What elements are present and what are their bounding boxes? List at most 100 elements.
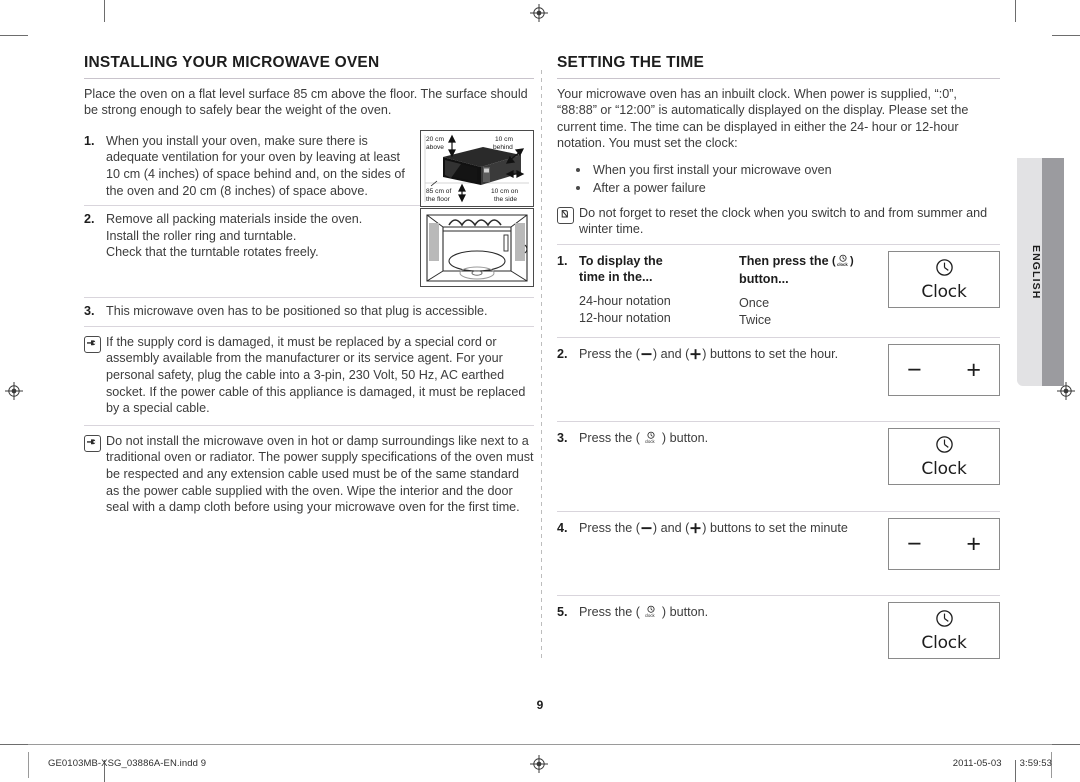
registration-target-icon [5, 382, 23, 400]
minus-key-glyph-icon [640, 522, 653, 539]
step-number: 5. [557, 605, 568, 620]
crop-mark-top-right-horizontal [1052, 35, 1080, 36]
crop-mark-top-left-vertical [104, 0, 105, 22]
crop-mark-bottom-left-horizontal [0, 744, 28, 745]
minus-plus-button[interactable]: − + [888, 344, 1000, 397]
pointing-hand-icon [84, 433, 106, 516]
step-text-part-3: ) buttons to set the hour. [702, 347, 839, 362]
clock-button[interactable]: Clock [888, 250, 1000, 308]
note-text: If the supply cord is damaged, it must b… [106, 334, 526, 416]
list-item: When you first install your microwave ov… [557, 161, 1000, 179]
left-column: INSTALLING YOUR MICROWAVE OVEN Place the… [84, 54, 534, 524]
crop-mark-bottom-right-horizontal [1052, 744, 1080, 745]
step-number: 3. [84, 304, 95, 319]
oven-clearance-diagram: 20 cm above 10 cm behind 85 cm of the fl… [420, 129, 534, 207]
time-step-4: 4. Press the () and () buttons to set th… [557, 512, 1000, 595]
svg-text:clock: clock [645, 439, 655, 444]
table-header-line-2: time in the... [579, 270, 653, 285]
note-pen-icon [557, 205, 579, 238]
step-text: This microwave oven has to be positioned… [106, 304, 488, 319]
setting-time-intro-text: Your microwave oven has an inbuilt clock… [557, 87, 969, 151]
footer-date: 2011-05-03 [952, 758, 1002, 769]
step-text-part-1: Press the ( [579, 347, 640, 362]
plus-symbol[interactable]: + [966, 357, 981, 383]
footer-rule [28, 744, 1052, 745]
time-step-3: 3. Press the ( clock ) button. Clock [557, 422, 1000, 511]
crop-mark-top-left-horizontal [0, 35, 28, 36]
step-text-part-2: ) button. [661, 605, 709, 620]
time-step-5: 5. Press the ( clock ) button. Clock [557, 596, 1000, 685]
install-step-1: 1. When you install your oven, make sure… [84, 128, 534, 207]
svg-text:(: ( [832, 255, 836, 267]
table-header-line-2: button... [739, 272, 789, 287]
time-step-1: 1. To display the time in the... 24-hour… [557, 245, 1000, 337]
step-text-part-2: ) button. [661, 431, 709, 446]
notation-table-column-2: Then press the ( clock ) button... Once … [739, 253, 889, 328]
plus-key-glyph-icon [689, 522, 702, 539]
clock-button[interactable]: Clock [888, 602, 1000, 660]
table-header-cell: Then press the ( clock ) button... [739, 253, 889, 288]
manual-page: INSTALLING YOUR MICROWAVE OVEN Place the… [0, 0, 1080, 782]
table-header-line-1: To display the [579, 253, 663, 268]
step-text-line-2: Install the roller ring and turntable. [106, 228, 297, 243]
clock-button-label: Clock [921, 281, 967, 302]
language-tab-english: ENGLISH [1017, 158, 1064, 386]
svg-text:10 cm: 10 cm [495, 136, 513, 143]
step-text-line-1: Remove all packing materials inside the … [106, 212, 363, 227]
step-number: 4. [557, 521, 568, 536]
page-number: 9 [536, 698, 544, 712]
language-tab-label: ENGLISH [1030, 244, 1042, 300]
footer-filename: GE0103MB-XSG_03886A-EN.indd 9 [48, 758, 207, 769]
page-title-installing: INSTALLING YOUR MICROWAVE OVEN [84, 54, 534, 79]
page-title-setting-time: SETTING THE TIME [557, 54, 1000, 79]
note-daylight-saving: Do not forget to reset the clock when yo… [557, 203, 1000, 244]
svg-text:above: above [426, 144, 444, 151]
step-text-part-3: ) buttons to set the minute [702, 521, 848, 536]
crop-mark-top-right-vertical [1015, 0, 1016, 22]
clock-key-glyph-icon: ( clock ) [832, 253, 854, 272]
clock-button-label: Clock [921, 459, 967, 480]
step-text-part-1: Press the ( [579, 431, 640, 446]
note-supply-cord: If the supply cord is damaged, it must b… [84, 327, 534, 425]
time-step-2: 2. Press the () and () buttons to set th… [557, 338, 1000, 421]
footer-bar-left [28, 752, 29, 778]
step-text-part-1: Press the ( [579, 605, 640, 620]
table-cell: Twice [739, 312, 772, 327]
table-cell: 24-hour notation [579, 294, 671, 308]
plus-symbol[interactable]: + [966, 531, 981, 557]
svg-text:clock: clock [645, 613, 655, 618]
clock-key-glyph-icon: clock [640, 430, 662, 449]
installing-intro-text: Place the oven on a flat level surface 8… [84, 87, 528, 118]
clock-face-icon [935, 435, 954, 459]
minus-plus-button[interactable]: − + [888, 518, 1000, 571]
install-step-2: 2. Remove all packing materials inside t… [84, 206, 534, 297]
registration-target-icon [530, 4, 548, 22]
clock-button-label: Clock [921, 633, 967, 654]
svg-text:the side: the side [494, 196, 517, 203]
step-number: 3. [557, 431, 568, 446]
note-text: Do not forget to reset the clock when yo… [579, 205, 988, 237]
registration-target-icon [530, 755, 548, 773]
note-text: Do not install the microwave oven in hot… [106, 433, 534, 515]
minus-symbol[interactable]: − [907, 357, 922, 383]
clock-button[interactable]: Clock [888, 428, 1000, 486]
svg-text:): ) [850, 255, 854, 267]
svg-text:20 cm: 20 cm [426, 136, 444, 143]
table-header-line-1: Then press the [739, 253, 829, 268]
table-header-cell: To display the time in the... [579, 253, 739, 286]
footer-time: 3:59:53 [1019, 758, 1052, 769]
svg-text:85 cm of: 85 cm of [426, 188, 451, 195]
footer-timestamp: 2011-05-03 3:59:53 [953, 758, 1052, 769]
minus-plus-row: − + [889, 531, 999, 557]
svg-text:behind: behind [493, 144, 513, 151]
clock-face-icon [935, 609, 954, 633]
svg-text:the floor: the floor [426, 196, 451, 203]
clock-set-conditions-list: When you first install your microwave ov… [557, 161, 1000, 197]
step-number: 2. [557, 347, 568, 362]
step-number: 1. [84, 133, 95, 148]
step-number: 2. [84, 212, 95, 227]
notation-table: To display the time in the... 24-hour no… [579, 253, 889, 328]
minus-symbol[interactable]: − [907, 531, 922, 557]
note-installation-environment: Do not install the microwave oven in hot… [84, 426, 534, 524]
svg-text:10 cm on: 10 cm on [491, 188, 518, 195]
